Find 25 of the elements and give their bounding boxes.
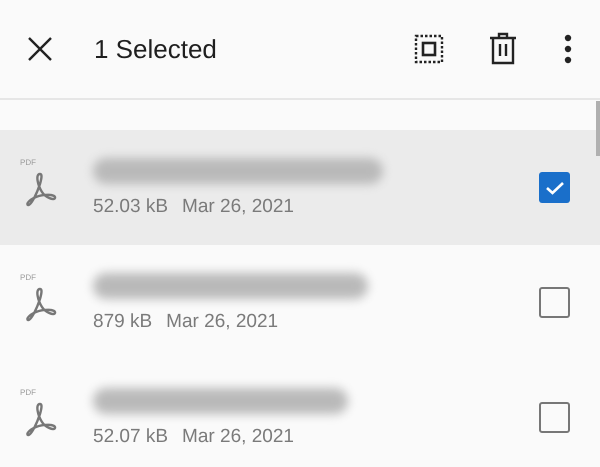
checkbox[interactable] [539,172,570,203]
file-date: Mar 26, 2021 [182,196,294,218]
select-all-icon[interactable] [414,34,444,64]
pdf-icon [24,170,58,206]
file-type-label: PDF [20,158,36,166]
file-row[interactable]: PDF 879 kB Mar 26, 2021 [0,245,600,360]
checkmark-icon [544,180,564,194]
more-options-icon[interactable] [564,34,572,64]
file-date: Mar 26, 2021 [166,310,278,332]
file-date: Mar 26, 2021 [182,426,294,448]
file-type-label: PDF [20,272,36,282]
file-size: 52.07 kB [93,426,168,448]
file-row[interactable]: PDF 52.07 kB Mar 26, 2021 [0,360,600,467]
checkbox[interactable] [539,402,570,433]
file-size: 879 kB [93,310,152,332]
file-row[interactable]: PDF 52.03 kB Mar 26, 2021 [0,130,600,245]
scrollbar [596,101,600,156]
close-icon [26,35,54,63]
delete-icon[interactable] [489,32,517,66]
pdf-icon [24,400,58,436]
file-type-label: PDF [20,388,36,396]
pdf-icon [24,286,58,322]
file-size: 52.03 kB [93,196,168,218]
selection-count-title: 1 Selected [94,34,218,64]
checkbox[interactable] [539,287,570,318]
